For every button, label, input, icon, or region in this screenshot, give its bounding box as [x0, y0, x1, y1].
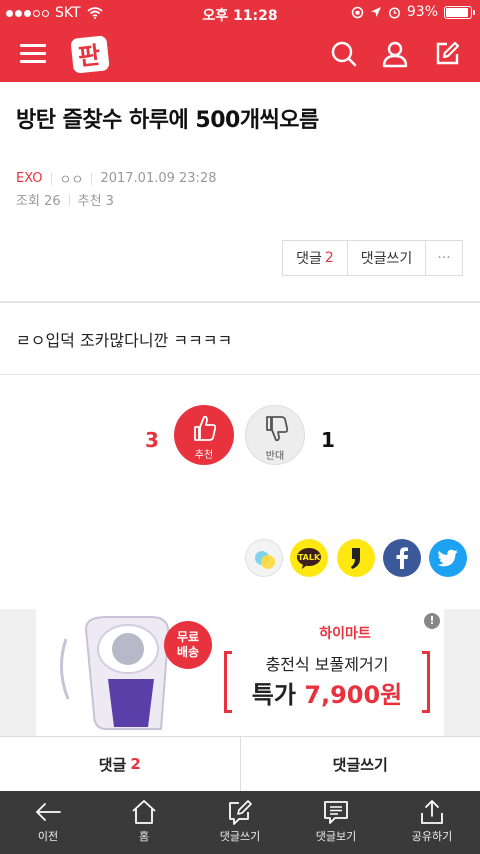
write-comment-tab[interactable]: 댓글쓰기 [241, 737, 480, 791]
kakao-share-button[interactable] [337, 539, 375, 577]
comment-bar: 댓글 2 댓글쓰기 [0, 736, 480, 791]
oppose-count: 1 [321, 428, 335, 452]
more-icon: ··· [437, 250, 451, 266]
post-stats: 조회 26 추천 3 [16, 190, 114, 209]
more-button[interactable]: ··· [426, 241, 462, 275]
pann-logo[interactable]: 판 [68, 34, 110, 74]
divider [0, 374, 480, 375]
recommend-count: 3 [145, 428, 159, 452]
write-comment-button[interactable]: 댓글쓰기 [348, 241, 426, 275]
story-icon [255, 551, 275, 569]
post-actions: 댓글 2 댓글쓰기 ··· [282, 240, 463, 276]
top-bar: SKT 오후 11:28 93% 판 [0, 0, 480, 82]
write-icon[interactable] [433, 40, 461, 68]
kakao-talk-icon: TALK [297, 548, 321, 569]
svg-text:TALK: TALK [298, 553, 321, 562]
location-icon [370, 7, 381, 17]
post-author: ㅇㅇ [59, 173, 84, 188]
post-datetime: 2017.01.09 23:28 [100, 171, 217, 186]
twitter-icon [437, 549, 458, 567]
twitter-share-button[interactable] [429, 539, 467, 577]
ad-creative[interactable]: 무료 배송 하이마트 충전식 보풀제거기 특가 7,900원 [36, 609, 444, 736]
status-bar: SKT 오후 11:28 93% [0, 0, 480, 26]
ad-brand: 하이마트 [319, 626, 371, 642]
home-icon [132, 800, 156, 824]
facebook-icon [396, 547, 408, 569]
rotation-lock-icon [351, 6, 364, 18]
bottom-nav: 이전 홈 댓글쓰기 댓글보기 공유하기 [0, 791, 480, 854]
comment-button[interactable]: 댓글 2 [283, 241, 348, 275]
ad-info-icon[interactable]: ! [424, 613, 440, 629]
thumbs-up-icon [194, 415, 217, 441]
nav-home[interactable]: 홈 [96, 791, 192, 854]
thumbs-down-icon [266, 416, 289, 442]
share-icon [421, 800, 443, 824]
post-category[interactable]: EXO [16, 171, 43, 186]
battery-percent: 93% [406, 4, 438, 20]
post-title: 방탄 즐찾수 하루에 500개씩오름 [16, 108, 319, 133]
kakao-story-share-button[interactable] [245, 539, 283, 577]
nav-back[interactable]: 이전 [0, 791, 96, 854]
post-recommends: 추천 3 [77, 194, 114, 209]
quote-comma-icon [351, 548, 360, 569]
divider [0, 301, 480, 303]
comments-tab-count: 2 [130, 755, 141, 773]
svg-text:판: 판 [77, 41, 102, 71]
nav-view-comments[interactable]: 댓글보기 [288, 791, 384, 854]
kakao-talk-share-button[interactable]: TALK [290, 539, 328, 577]
ad-headline: 충전식 보풀제거기 [265, 655, 389, 674]
back-arrow-icon [36, 803, 61, 821]
search-icon[interactable] [330, 40, 358, 68]
ad-banner[interactable]: 무료 배송 하이마트 충전식 보풀제거기 특가 7,900원 ! [0, 609, 480, 736]
facebook-share-button[interactable] [383, 539, 421, 577]
alarm-icon [388, 6, 400, 19]
nav-write-comment[interactable]: 댓글쓰기 [192, 791, 288, 854]
comments-tab[interactable]: 댓글 2 [0, 737, 241, 791]
recommend-button[interactable]: 추천 [174, 405, 234, 465]
user-icon[interactable] [381, 40, 409, 68]
ad-price-line: 특가 7,900원 [251, 681, 403, 709]
app-header: 판 [0, 26, 480, 82]
menu-icon[interactable] [20, 42, 46, 64]
oppose-button[interactable]: 반대 [245, 405, 305, 465]
post-views: 조회 26 [16, 194, 61, 209]
battery-icon [444, 5, 475, 19]
nav-share[interactable]: 공유하기 [384, 791, 480, 854]
write-comment-icon [229, 800, 252, 825]
comment-count: 2 [324, 250, 334, 266]
view-comments-icon [324, 801, 348, 824]
post-meta: EXO ㅇㅇ 2017.01.09 23:28 [16, 169, 216, 188]
post-body: ㄹㅇ입덕 조카많다니깐 ㅋㅋㅋㅋ [16, 331, 233, 350]
